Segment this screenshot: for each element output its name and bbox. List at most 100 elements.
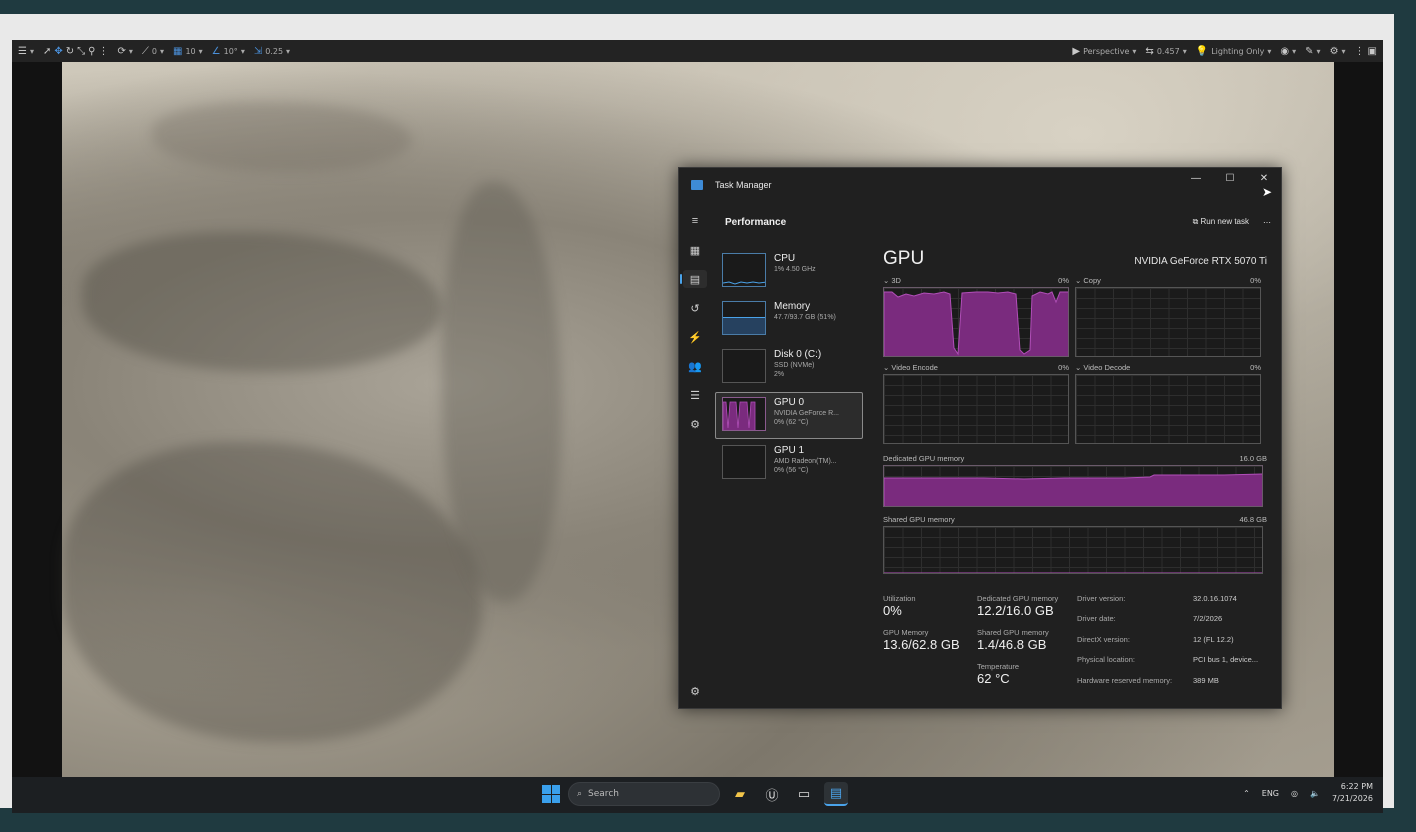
select-icon[interactable]: ➚: [43, 46, 51, 57]
disk-thumbnail: [722, 349, 766, 383]
graph-video-decode: [1075, 374, 1261, 444]
taskbar-apps: ⌕ Search ▰ Ⓤ ▭ ▤: [542, 782, 848, 806]
scale-snap-icon[interactable]: ⇲: [254, 46, 262, 57]
realtime-icon[interactable]: ✎: [1305, 46, 1313, 57]
dropdown-icon[interactable]: ▾: [30, 47, 34, 56]
task-manager-taskbar-icon[interactable]: ▤: [824, 782, 848, 806]
rotate-icon[interactable]: ↻: [66, 46, 74, 57]
task-manager-window: Task Manager — ☐ ✕ ≡ ▦ ▤ ↺ ⚡ 👥 ☰ ⚙ ⚙ Per…: [678, 167, 1282, 709]
run-task-icon: ⧉: [1192, 217, 1199, 226]
maximize-icon[interactable]: ☐: [1213, 168, 1247, 188]
driver-info: Driver version: 32.0.16.1074 Driver date:…: [1077, 594, 1259, 685]
window-title: Task Manager: [715, 180, 772, 190]
coord-space-icon[interactable]: ⟳: [117, 46, 125, 57]
graph-copy-pct: 0%: [1250, 276, 1261, 285]
graph-decode-label[interactable]: ⌄ Video Decode: [1075, 363, 1130, 372]
graph-decode-pct: 0%: [1250, 363, 1261, 372]
utilization-value: 0%: [883, 603, 902, 618]
list-item-memory[interactable]: Memory 47.7/93.7 GB (51%): [715, 296, 863, 343]
kebab-icon[interactable]: ⋮: [1355, 46, 1365, 57]
gpu-model: NVIDIA GeForce RTX 5070 Ti: [1134, 256, 1267, 267]
search-icon: ⌕: [577, 789, 583, 799]
lightbulb-icon: 💡: [1195, 45, 1209, 57]
scale-snap-value[interactable]: 0.25: [265, 47, 283, 56]
dedicated-memory-max: 16.0 GB: [1239, 454, 1267, 463]
gpu1-thumbnail: [722, 445, 766, 479]
rotation-snap-value[interactable]: 0: [152, 47, 157, 56]
gpu-stats: Utilization 0% GPU Memory 13.6/62.8 GB D…: [883, 592, 1273, 694]
show-icon[interactable]: ◉: [1280, 46, 1289, 57]
language-indicator[interactable]: ENG: [1262, 789, 1279, 798]
graph-video-encode: [883, 374, 1069, 444]
letterbox-left: [12, 62, 62, 777]
search-box[interactable]: ⌕ Search: [568, 782, 720, 806]
processes-icon[interactable]: ▦: [683, 241, 707, 259]
chevron-up-icon[interactable]: ⌃: [1243, 789, 1250, 798]
graph-3d-label[interactable]: ⌄ 3D: [883, 276, 901, 285]
gpu-detail-panel: GPU NVIDIA GeForce RTX 5070 Ti ⌄ 3D 0% ⌄ …: [883, 248, 1267, 574]
grid-snap-value[interactable]: 10: [185, 47, 195, 56]
details-icon[interactable]: ☰: [683, 386, 707, 404]
shared-memory-max: 46.8 GB: [1239, 515, 1267, 524]
nav-rail: ≡ ▦ ▤ ↺ ⚡ 👥 ☰ ⚙ ⚙: [679, 202, 711, 710]
graph-encode-pct: 0%: [1058, 363, 1069, 372]
mouse-cursor-icon: ➤: [1262, 185, 1273, 199]
move-icon[interactable]: ✥: [54, 46, 62, 57]
gpu-memory-value: 13.6/62.8 GB: [883, 637, 960, 652]
clock[interactable]: 6:22 PM 7/21/2026: [1332, 781, 1373, 805]
shared-memory-label: Shared GPU memory: [883, 515, 955, 524]
scale-icon[interactable]: ⤡: [77, 46, 85, 57]
menu-icon[interactable]: ☰: [18, 46, 27, 57]
temperature-label: Temperature: [977, 662, 1020, 671]
graph-3d-pct: 0%: [1058, 276, 1069, 285]
grid-snap-icon[interactable]: ▦: [173, 46, 182, 57]
page-title: Performance: [725, 216, 787, 228]
camera-speed-icon: ⇆: [1145, 45, 1154, 57]
minimize-icon[interactable]: —: [1179, 168, 1213, 188]
temperature-value: 62 °C: [977, 671, 1010, 686]
shared-label: Shared GPU memory: [977, 628, 1049, 637]
users-icon[interactable]: 👥: [683, 357, 707, 375]
list-item-disk[interactable]: Disk 0 (C:) SSD (NVMe) 2%: [715, 344, 863, 391]
list-item-cpu[interactable]: CPU 1% 4.50 GHz: [715, 248, 863, 295]
graph-encode-label[interactable]: ⌄ Video Encode: [883, 363, 938, 372]
surface-snap-icon[interactable]: ⟋: [142, 46, 149, 57]
more-icon[interactable]: ⋮: [98, 46, 108, 57]
angle-snap-value[interactable]: 10°: [224, 47, 238, 56]
performance-icon[interactable]: ▤: [680, 270, 707, 288]
file-explorer-icon[interactable]: ▰: [728, 782, 752, 806]
angle-snap-icon[interactable]: ∠: [212, 46, 221, 57]
viewport-toolbar: ☰ ▾ ➚ ✥ ↻ ⤡ ⚲ ⋮ ⟳ ▾ ⟋ 0 ▾ ▦ 10 ▾ ∠ 10° ▾ ⇲ 0.25 ▾ …: [12, 40, 1383, 62]
services-icon[interactable]: ⚙: [683, 415, 707, 433]
viewport-mode[interactable]: Perspective: [1083, 47, 1129, 56]
start-button[interactable]: [542, 785, 560, 803]
volume-icon[interactable]: 🔈: [1310, 789, 1320, 798]
list-item-gpu1[interactable]: GPU 1 AMD Radeon(TM)... 0% (56 °C): [715, 440, 863, 487]
search-placeholder: Search: [588, 789, 619, 799]
graph-copy-label[interactable]: ⌄ Copy: [1075, 276, 1101, 285]
settings-icon[interactable]: ⚙: [1330, 46, 1339, 57]
graph-copy: [1075, 287, 1261, 357]
layout-icon[interactable]: ▣: [1368, 46, 1377, 57]
page-header: Performance ⧉ Run new task ⋯: [725, 210, 1271, 234]
screen: ☰ ▾ ➚ ✥ ↻ ⤡ ⚲ ⋮ ⟳ ▾ ⟋ 0 ▾ ▦ 10 ▾ ∠ 10° ▾ ⇲ 0.25 ▾ …: [12, 40, 1383, 813]
system-tray: ⌃ ENG ◎ 🔈 6:22 PM 7/21/2026: [1243, 781, 1373, 805]
hamburger-icon[interactable]: ≡: [683, 212, 707, 230]
task-manager-app-icon: [691, 180, 703, 190]
app-history-icon[interactable]: ↺: [683, 299, 707, 317]
network-icon[interactable]: ◎: [1291, 789, 1298, 798]
resource-list: CPU 1% 4.50 GHz Memory 47.7/93.7 GB (51%) …: [715, 248, 863, 488]
pivot-icon[interactable]: ⚲: [88, 46, 95, 57]
unreal-engine-icon[interactable]: Ⓤ: [760, 782, 784, 806]
dedicated-memory-label: Dedicated GPU memory: [883, 454, 965, 463]
graph-dedicated-memory: [883, 465, 1263, 507]
startup-apps-icon[interactable]: ⚡: [683, 328, 707, 346]
settings-icon[interactable]: ⚙: [683, 682, 707, 700]
list-item-gpu0[interactable]: GPU 0 NVIDIA GeForce R... 0% (62 °C): [715, 392, 863, 439]
dedicated-label: Dedicated GPU memory: [977, 594, 1059, 603]
camera-speed[interactable]: 0.457: [1157, 47, 1180, 56]
more-options-icon[interactable]: ⋯: [1263, 218, 1271, 227]
run-new-task-button[interactable]: ⧉ Run new task: [1193, 217, 1249, 227]
terminal-icon[interactable]: ▭: [792, 782, 816, 806]
view-mode[interactable]: Lighting Only: [1211, 47, 1264, 56]
